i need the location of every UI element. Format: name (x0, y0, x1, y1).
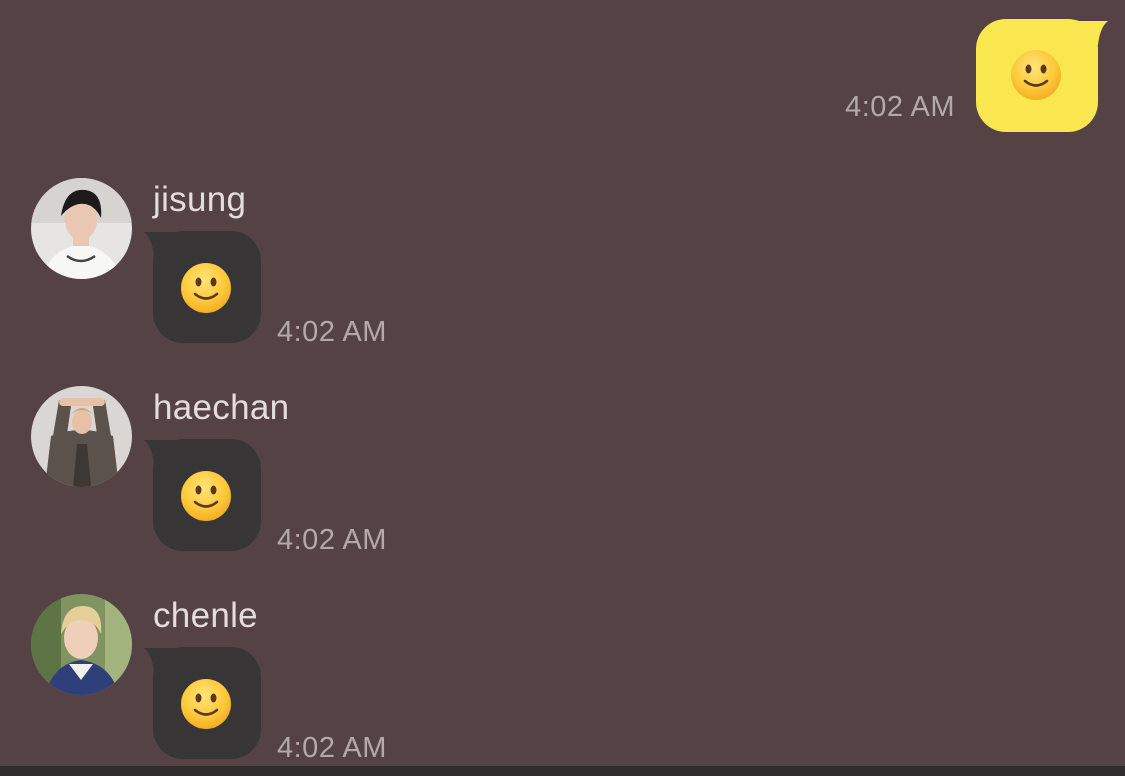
profile-photo-icon (31, 178, 132, 279)
slightly-smiling-face-emoji (1011, 50, 1061, 100)
profile-photo-icon (31, 594, 132, 695)
message-timestamp: 4:02 AM (277, 524, 387, 556)
slightly-smiling-face-emoji (181, 263, 231, 313)
avatar[interactable] (31, 386, 132, 487)
chat-thread[interactable]: 4:02 AM jisung 4:02 AM haechan 4:02 AM c… (0, 0, 1125, 766)
slightly-smiling-face-emoji (181, 471, 231, 521)
avatar[interactable] (31, 178, 132, 279)
message-timestamp: 4:02 AM (277, 732, 387, 764)
message-timestamp: 4:02 AM (277, 316, 387, 348)
profile-photo-icon (31, 386, 132, 487)
incoming-message: chenle 4:02 AM (0, 594, 1125, 774)
incoming-message: haechan 4:02 AM (0, 386, 1125, 566)
slightly-smiling-face-emoji (181, 679, 231, 729)
sender-name: chenle (153, 596, 258, 635)
sender-name: jisung (153, 180, 247, 219)
message-timestamp: 4:02 AM (845, 91, 955, 123)
incoming-message: jisung 4:02 AM (0, 178, 1125, 358)
message-bubble[interactable] (153, 647, 261, 759)
message-bubble[interactable] (153, 231, 261, 343)
sender-name: haechan (153, 388, 290, 427)
message-bubble[interactable] (976, 19, 1098, 132)
bottom-bar (0, 766, 1125, 776)
avatar[interactable] (31, 594, 132, 695)
outgoing-message: 4:02 AM (0, 0, 1125, 150)
message-bubble[interactable] (153, 439, 261, 551)
